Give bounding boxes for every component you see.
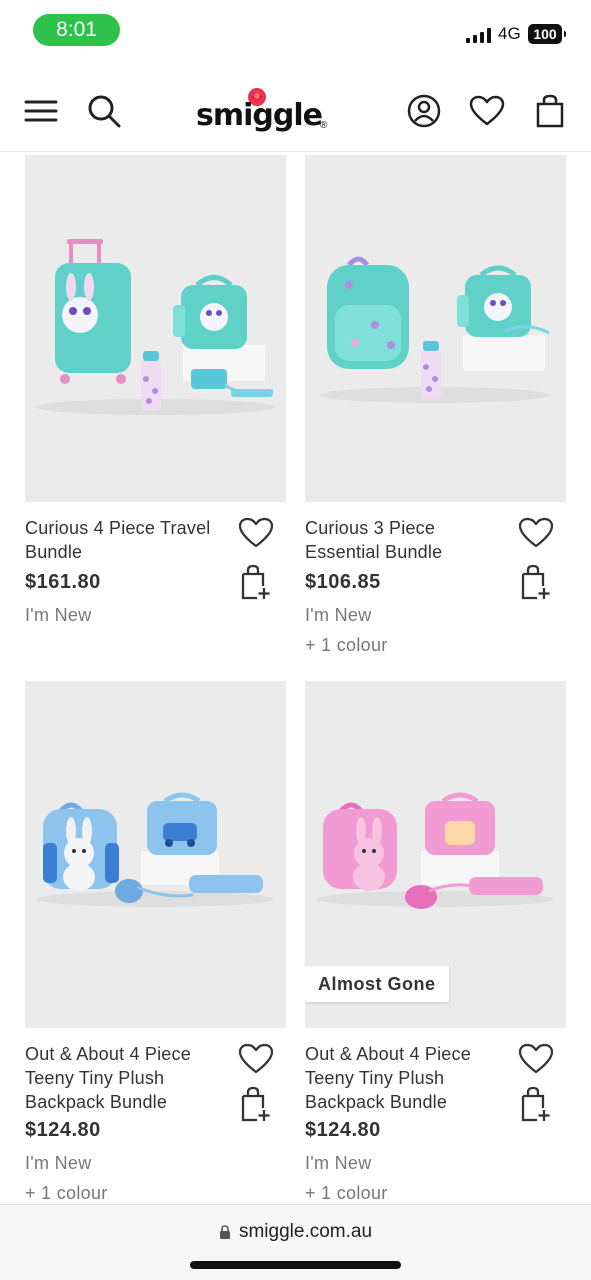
product-colour-count[interactable]: + 1 colour (305, 1183, 388, 1204)
add-to-bag-icon[interactable] (237, 1085, 275, 1123)
product-price: $124.80 (25, 1119, 101, 1141)
status-time: 8:01 (33, 14, 120, 46)
product-name[interactable]: Out & About 4 Piece Teeny Tiny Plush Bac… (305, 1042, 510, 1114)
account-icon[interactable] (403, 90, 445, 132)
product-image[interactable] (25, 155, 286, 502)
url-text[interactable]: smiggle.com.au (239, 1221, 372, 1243)
wishlist-heart-icon[interactable] (517, 514, 555, 552)
product-grid: Curious 4 Piece Travel Bundle $161.80 I'… (0, 152, 591, 1204)
wishlist-heart-icon[interactable] (237, 1040, 275, 1078)
product-card[interactable]: Curious 3 Piece Essential Bundle $106.85… (305, 155, 566, 662)
product-name[interactable]: Curious 4 Piece Travel Bundle (25, 516, 230, 564)
add-to-bag-icon[interactable] (237, 563, 275, 601)
wishlist-heart-icon[interactable] (237, 514, 275, 552)
product-image[interactable]: Almost Gone (305, 681, 566, 1028)
site-header: smiggle ® (0, 70, 591, 152)
product-price: $161.80 (25, 571, 101, 593)
product-new-tag: I'm New (305, 1153, 372, 1173)
add-to-bag-icon[interactable] (517, 1085, 555, 1123)
network-type: 4G (498, 24, 521, 43)
browser-url-bar[interactable]: smiggle.com.au (0, 1204, 591, 1280)
product-new-tag: I'm New (25, 605, 92, 625)
lock-icon (219, 1224, 230, 1239)
wishlist-heart-icon[interactable] (517, 1040, 555, 1078)
product-colour-count[interactable]: + 1 colour (305, 635, 388, 656)
search-icon[interactable] (83, 90, 125, 132)
product-new-tag: I'm New (25, 1153, 92, 1173)
product-image[interactable] (305, 155, 566, 502)
battery-icon: 100 (528, 24, 566, 44)
product-new-tag: I'm New (305, 605, 372, 625)
shopping-bag-icon[interactable] (529, 90, 571, 132)
product-colour-count[interactable]: + 1 colour (25, 1183, 108, 1204)
product-price: $124.80 (305, 1119, 381, 1141)
status-bar: 8:01 4G 100 (0, 0, 591, 62)
menu-icon[interactable] (20, 90, 62, 132)
product-price: $106.85 (305, 571, 381, 593)
product-card[interactable]: Out & About 4 Piece Teeny Tiny Plush Bac… (25, 681, 286, 1203)
product-name[interactable]: Out & About 4 Piece Teeny Tiny Plush Bac… (25, 1042, 230, 1114)
smiggle-logo[interactable]: smiggle ® (196, 84, 336, 138)
signal-icon (466, 27, 491, 43)
product-name[interactable]: Curious 3 Piece Essential Bundle (305, 516, 510, 564)
logo-text: smiggle (196, 98, 323, 133)
home-indicator[interactable] (190, 1261, 401, 1269)
almost-gone-badge: Almost Gone (305, 966, 449, 1002)
wishlist-heart-icon[interactable] (466, 90, 508, 132)
logo-registered-mark: ® (320, 120, 328, 131)
product-image[interactable] (25, 681, 286, 1028)
add-to-bag-icon[interactable] (517, 563, 555, 601)
product-card[interactable]: Curious 4 Piece Travel Bundle $161.80 I'… (25, 155, 286, 662)
product-card[interactable]: Almost Gone Out & About 4 Piece Teeny Ti… (305, 681, 566, 1203)
